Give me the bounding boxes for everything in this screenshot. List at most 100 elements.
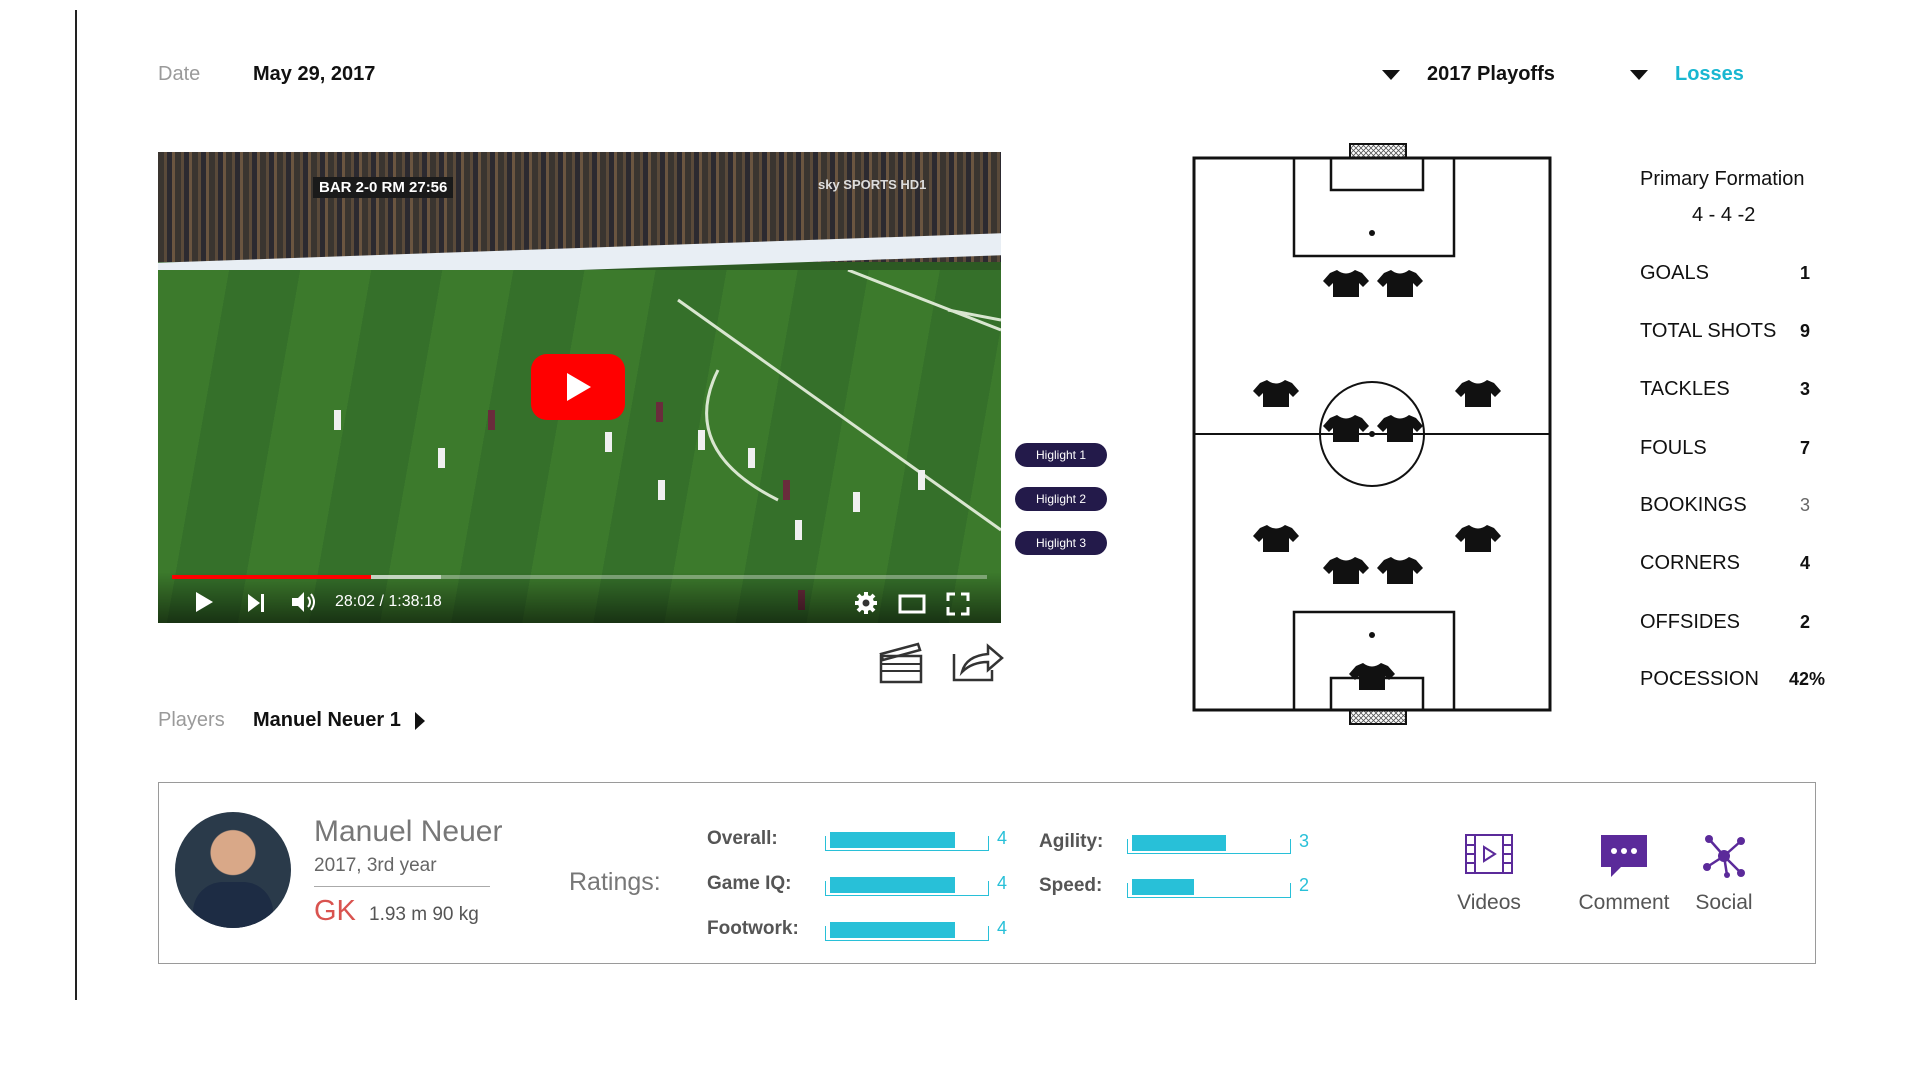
rating-item: Footwork: 4 xyxy=(707,918,1007,944)
result-dropdown[interactable]: Losses xyxy=(1630,58,1770,88)
comment-icon xyxy=(1601,835,1647,877)
video-broadcaster-logo: sky SPORTS HD1 xyxy=(818,177,927,192)
stat-row: TACKLES 3 xyxy=(1640,378,1820,404)
volume-icon[interactable] xyxy=(290,590,320,614)
rating-bar xyxy=(1127,879,1291,898)
comment-label: Comment xyxy=(1578,891,1670,914)
primary-formation-value: 4 - 4 -2 xyxy=(1692,204,1756,226)
videos-label: Videos xyxy=(1457,891,1521,914)
rating-item: Overall: 4 xyxy=(707,828,1007,854)
rating-bar-fill xyxy=(830,832,955,848)
stat-row: CORNERS 4 xyxy=(1640,552,1820,578)
video-player[interactable]: BAR 2-0 RM 27:56 sky SPORTS HD1 28:02 / … xyxy=(158,152,1001,623)
rating-label: Game IQ: xyxy=(707,873,792,894)
rating-bar xyxy=(1127,835,1291,854)
player-name: Manuel Neuer xyxy=(314,815,503,848)
ratings-heading: Ratings: xyxy=(569,868,661,896)
stat-label: POCESSION xyxy=(1640,668,1759,690)
stat-row: BOOKINGS 3 xyxy=(1640,494,1820,520)
stat-row: POCESSION 42% xyxy=(1640,668,1825,694)
stat-value: 42% xyxy=(1788,669,1825,689)
stat-label: TACKLES xyxy=(1640,378,1730,400)
stat-value: 7 xyxy=(1799,438,1810,458)
settings-gear-icon[interactable] xyxy=(854,591,878,615)
network-icon xyxy=(1703,835,1745,878)
rating-bar-fill xyxy=(830,877,955,893)
player-selector-value: Manuel Neuer 1 xyxy=(253,709,401,731)
next-icon[interactable] xyxy=(246,593,266,613)
stat-row: OFFSIDES 2 xyxy=(1640,611,1820,637)
players-label: Players xyxy=(158,709,225,731)
highlight-button-1[interactable]: Higlight 1 xyxy=(1015,443,1107,467)
video-pitch xyxy=(158,270,1001,623)
rating-value: 3 xyxy=(1299,831,1310,851)
rating-value: 4 xyxy=(997,918,1008,938)
video-progress-played xyxy=(172,575,371,579)
stat-row: TOTAL SHOTS 9 xyxy=(1640,320,1820,346)
stat-label: CORNERS xyxy=(1640,552,1741,574)
stat-value: 2 xyxy=(1799,612,1810,632)
avatar xyxy=(175,812,291,928)
caret-right-icon xyxy=(415,712,425,730)
play-overlay-button[interactable] xyxy=(531,354,625,420)
formation-pitch-diagram xyxy=(1192,143,1552,725)
rating-value: 4 xyxy=(997,828,1008,848)
stat-value: 9 xyxy=(1799,321,1810,341)
date-value: May 29, 2017 xyxy=(253,63,376,85)
stat-label: FOULS xyxy=(1640,437,1707,459)
rating-bar xyxy=(825,832,989,851)
highlight-button-3[interactable]: Higlight 3 xyxy=(1015,531,1107,555)
left-divider xyxy=(75,10,77,1000)
video-time: 28:02 / 1:38:18 xyxy=(335,593,442,610)
videos-button[interactable]: Videos xyxy=(1429,833,1549,933)
clapperboard-icon[interactable] xyxy=(878,640,924,684)
rating-bar-fill xyxy=(830,922,955,938)
pitch-lines-graphic xyxy=(334,270,1001,610)
player-selector[interactable]: Manuel Neuer 1 xyxy=(253,706,433,734)
rating-label: Footwork: xyxy=(707,918,799,939)
caret-down-icon xyxy=(1382,70,1400,80)
rating-item: Agility: 3 xyxy=(1039,831,1317,857)
result-dropdown-value: Losses xyxy=(1675,63,1744,85)
rating-bar xyxy=(825,877,989,896)
player-card: Manuel Neuer 2017, 3rd year GK 1.93 m 90… xyxy=(158,782,1816,964)
caret-down-icon xyxy=(1630,70,1648,80)
stat-value: 3 xyxy=(1799,495,1810,515)
highlight-button-2[interactable]: Higlight 2 xyxy=(1015,487,1107,511)
stat-label: OFFSIDES xyxy=(1640,611,1741,633)
rating-item: Game IQ: 4 xyxy=(707,873,1007,899)
rating-value: 4 xyxy=(997,873,1008,893)
rating-value: 2 xyxy=(1299,875,1310,895)
stat-label: TOTAL SHOTS xyxy=(1640,320,1777,342)
stat-value: 3 xyxy=(1799,379,1810,399)
stat-value: 1 xyxy=(1799,263,1810,283)
season-dropdown-value: 2017 Playoffs xyxy=(1427,63,1555,85)
film-icon xyxy=(1465,834,1513,874)
rating-label: Agility: xyxy=(1039,831,1104,852)
stat-label: GOALS xyxy=(1640,262,1709,284)
social-label: Social xyxy=(1695,891,1753,914)
stat-row: FOULS 7 xyxy=(1640,437,1820,463)
play-icon[interactable] xyxy=(194,591,214,613)
share-icon[interactable] xyxy=(952,642,1004,682)
comment-button[interactable]: Comment xyxy=(1559,833,1689,933)
stat-row: GOALS 1 xyxy=(1640,262,1820,288)
rating-label: Overall: xyxy=(707,828,778,849)
date-label: Date xyxy=(158,63,201,85)
primary-formation-label: Primary Formation xyxy=(1640,168,1805,190)
player-measurements: 1.93 m 90 kg xyxy=(369,904,479,925)
stat-value: 4 xyxy=(1799,553,1810,573)
fullscreen-icon[interactable] xyxy=(946,592,970,616)
rating-item: Speed: 2 xyxy=(1039,875,1317,901)
player-position: GK xyxy=(314,895,356,927)
rating-bar xyxy=(825,922,989,941)
rating-bar-fill xyxy=(1132,835,1226,851)
rating-label: Speed: xyxy=(1039,875,1103,896)
stat-label: BOOKINGS xyxy=(1640,494,1747,516)
social-button[interactable]: Social xyxy=(1674,833,1774,933)
avatar-jersey xyxy=(193,882,273,928)
player-divider xyxy=(314,886,490,887)
rating-bar-fill xyxy=(1132,879,1194,895)
season-dropdown[interactable]: 2017 Playoffs xyxy=(1382,58,1582,88)
theater-mode-icon[interactable] xyxy=(898,594,926,614)
